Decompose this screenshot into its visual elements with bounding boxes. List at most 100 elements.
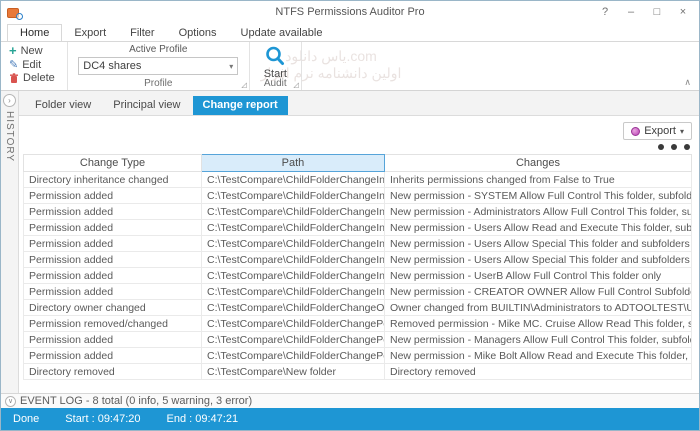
- table-cell: Permission added: [24, 236, 202, 252]
- table-cell: Directory removed: [24, 364, 202, 380]
- column-header-change-type[interactable]: Change Type: [24, 155, 202, 172]
- table-row[interactable]: Permission addedC:\TestCompare\ChildFold…: [24, 252, 692, 268]
- close-button[interactable]: ×: [671, 3, 695, 21]
- table-cell: New permission - Users Allow Special Thi…: [385, 236, 692, 252]
- table-cell: Permission added: [24, 188, 202, 204]
- status-bar: Done Start : 09:47:20 End : 09:47:21: [1, 408, 699, 430]
- table-cell: C:\TestCompare\ChildFolderChangePermissi…: [202, 332, 385, 348]
- delete-profile-button[interactable]: Delete: [7, 72, 57, 84]
- collapse-ribbon-icon[interactable]: ∧: [684, 77, 691, 88]
- dialog-launcher-icon[interactable]: ◿: [241, 81, 246, 89]
- app-icon: [7, 6, 23, 20]
- table-cell: Directory removed: [385, 364, 692, 380]
- event-log-summary: EVENT LOG - 8 total (0 info, 5 warning, …: [20, 395, 252, 407]
- status-end-time: End : 09:47:21: [167, 413, 239, 425]
- profile-group: Active Profile DC4 shares ▾ Profile ◿: [68, 42, 250, 90]
- table-cell: Directory inheritance changed: [24, 172, 202, 188]
- table-cell: Permission added: [24, 220, 202, 236]
- start-audit-button[interactable]: Start: [256, 43, 295, 80]
- table-cell: C:\TestCompare\ChildFolderChangeInherita…: [202, 252, 385, 268]
- table-cell: Permission added: [24, 332, 202, 348]
- status-state: Done: [13, 413, 39, 425]
- table-cell: New permission - CREATOR OWNER Allow Ful…: [385, 284, 692, 300]
- table-row[interactable]: Directory inheritance changedC:\TestComp…: [24, 172, 692, 188]
- plus-icon: +: [9, 46, 17, 56]
- view-tab-strip: Folder view Principal view Change report: [19, 91, 699, 115]
- ribbon-tab-home[interactable]: Home: [7, 24, 62, 42]
- expand-history-icon[interactable]: ›: [3, 94, 16, 107]
- ribbon-tab-export[interactable]: Export: [62, 25, 118, 42]
- chevron-down-icon[interactable]: ∨: [5, 396, 16, 407]
- table-body: Directory inheritance changedC:\TestComp…: [24, 172, 692, 380]
- trash-icon: [9, 73, 19, 84]
- export-icon: [631, 127, 640, 136]
- table-row[interactable]: Permission addedC:\TestCompare\ChildFold…: [24, 204, 692, 220]
- export-button[interactable]: Export ▾: [623, 122, 692, 140]
- table-cell: C:\TestCompare\ChildFolderChangeInherita…: [202, 204, 385, 220]
- table-cell: Permission removed/changed: [24, 316, 202, 332]
- ribbon-tab-filter[interactable]: Filter: [118, 25, 166, 42]
- table-row[interactable]: Permission addedC:\TestCompare\ChildFold…: [24, 284, 692, 300]
- maximize-button[interactable]: □: [645, 3, 669, 21]
- change-report-table: Change Type Path Changes Directory inher…: [23, 154, 692, 380]
- table-cell: C:\TestCompare\ChildFolderChangePermissi…: [202, 348, 385, 364]
- profile-buttons: + New ✎ Edit Delete: [1, 42, 68, 90]
- chevron-down-icon: ▾: [680, 127, 684, 136]
- change-report-panel: Export ▾ Change Type Path Changes: [19, 115, 699, 393]
- profile-group-caption: Profile: [68, 78, 249, 90]
- table-cell: Permission added: [24, 204, 202, 220]
- dot-icon: [684, 144, 690, 150]
- table-row[interactable]: Directory removedC:\TestCompare\New fold…: [24, 364, 692, 380]
- table-cell: C:\TestCompare\ChildFolderChangeOwner: [202, 300, 385, 316]
- dot-icon: [671, 144, 677, 150]
- dot-icon: [658, 144, 664, 150]
- table-cell: Permission added: [24, 252, 202, 268]
- table-cell: New permission - Users Allow Read and Ex…: [385, 220, 692, 236]
- help-button[interactable]: ?: [593, 3, 617, 21]
- table-row[interactable]: Permission addedC:\TestCompare\ChildFold…: [24, 236, 692, 252]
- table-cell: Inherits permissions changed from False …: [385, 172, 692, 188]
- app-window: NTFS Permissions Auditor Pro ? – □ × Hom…: [0, 0, 700, 431]
- column-header-changes[interactable]: Changes: [385, 155, 692, 172]
- audit-group: Start Audit ◿: [250, 42, 302, 90]
- table-cell: New permission - UserB Allow Full Contro…: [385, 268, 692, 284]
- tab-folder-view[interactable]: Folder view: [25, 96, 101, 115]
- tab-principal-view[interactable]: Principal view: [103, 96, 190, 115]
- tab-change-report[interactable]: Change report: [193, 96, 288, 115]
- active-profile-combo[interactable]: DC4 shares ▾: [78, 57, 238, 75]
- table-cell: Permission added: [24, 268, 202, 284]
- table-row[interactable]: Permission addedC:\TestCompare\ChildFold…: [24, 188, 692, 204]
- table-cell: C:\TestCompare\ChildFolderChangeInherita…: [202, 220, 385, 236]
- table-row[interactable]: Permission addedC:\TestCompare\ChildFold…: [24, 220, 692, 236]
- magnifier-icon: [264, 45, 286, 67]
- new-profile-button[interactable]: + New: [7, 45, 57, 57]
- table-row[interactable]: Permission addedC:\TestCompare\ChildFold…: [24, 268, 692, 284]
- table-cell: C:\TestCompare\ChildFolderChangeInherita…: [202, 268, 385, 284]
- table-cell: Removed permission - Mike MC. Cruise All…: [385, 316, 692, 332]
- status-start-time: Start : 09:47:20: [65, 413, 140, 425]
- ribbon-tab-update[interactable]: Update available: [229, 25, 335, 42]
- table-cell: Permission added: [24, 284, 202, 300]
- table-cell: C:\TestCompare\ChildFolderChangeInherita…: [202, 172, 385, 188]
- table-row[interactable]: Directory owner changedC:\TestCompare\Ch…: [24, 300, 692, 316]
- column-header-path[interactable]: Path: [202, 155, 385, 172]
- table-row[interactable]: Permission addedC:\TestCompare\ChildFold…: [24, 348, 692, 364]
- table-cell: New permission - SYSTEM Allow Full Contr…: [385, 188, 692, 204]
- ribbon: یاس دانلود.com اولین دانشنامه نرم افزار …: [1, 41, 699, 91]
- table-row[interactable]: Permission removed/changedC:\TestCompare…: [24, 316, 692, 332]
- table-cell: New permission - Users Allow Special Thi…: [385, 252, 692, 268]
- table-cell: Permission added: [24, 348, 202, 364]
- table-row[interactable]: Permission addedC:\TestCompare\ChildFold…: [24, 332, 692, 348]
- table-cell: C:\TestCompare\New folder: [202, 364, 385, 380]
- event-log-bar[interactable]: ∨ EVENT LOG - 8 total (0 info, 5 warning…: [1, 393, 699, 408]
- pencil-icon: ✎: [9, 58, 18, 71]
- history-panel-label: HISTORY: [4, 111, 15, 162]
- table-cell: C:\TestCompare\ChildFolderChangeInherita…: [202, 284, 385, 300]
- grid-options-dots[interactable]: [23, 141, 692, 154]
- table-cell: C:\TestCompare\ChildFolderChangePermissi…: [202, 316, 385, 332]
- dialog-launcher-icon[interactable]: ◿: [293, 81, 298, 89]
- minimize-button[interactable]: –: [619, 3, 643, 21]
- ribbon-tab-options[interactable]: Options: [167, 25, 229, 42]
- edit-profile-button[interactable]: ✎ Edit: [7, 58, 57, 71]
- table-cell: New permission - Managers Allow Full Con…: [385, 332, 692, 348]
